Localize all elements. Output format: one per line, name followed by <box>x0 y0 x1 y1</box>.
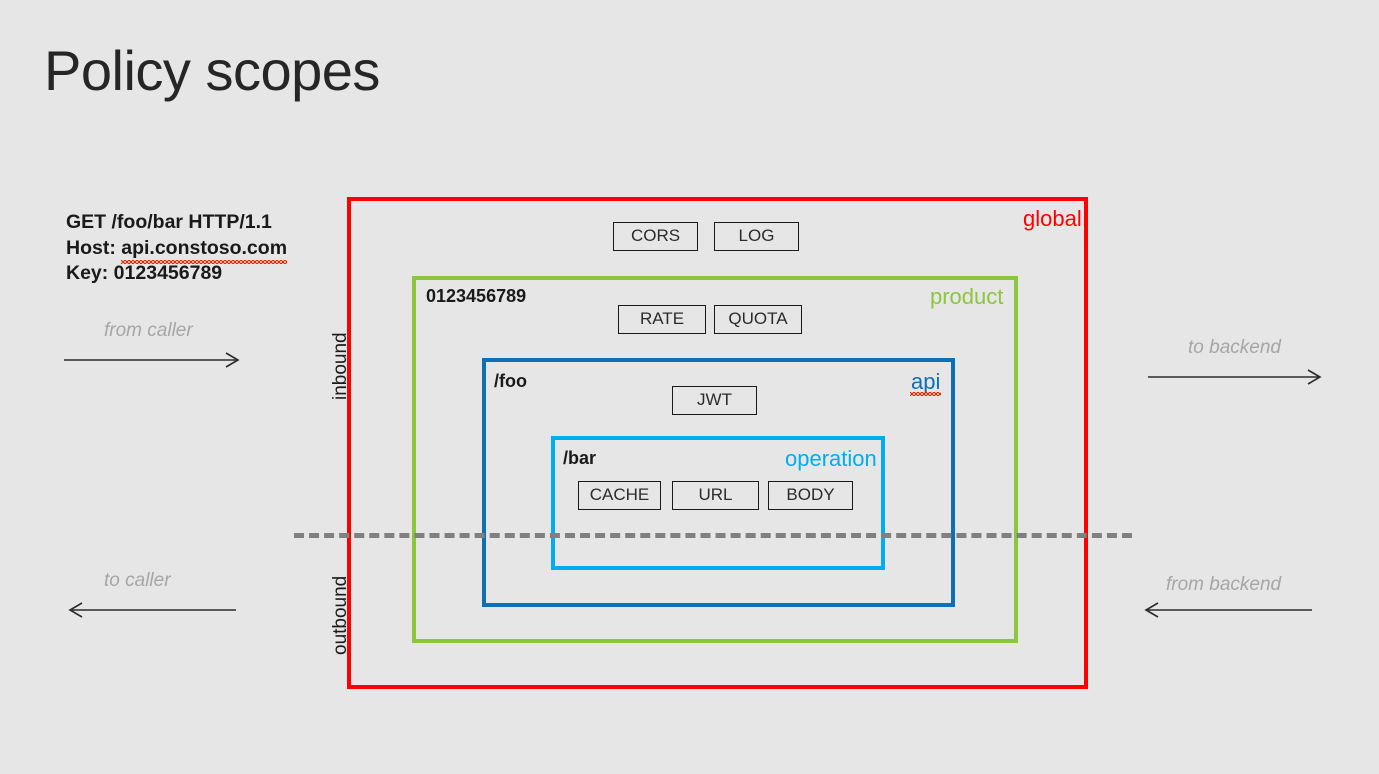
scope-name-operation: /bar <box>563 448 597 468</box>
policy-chip-rate[interactable]: RATE <box>618 305 706 334</box>
inbound-outbound-divider <box>294 533 1132 538</box>
request-line-host: Host: api.constoso.com <box>66 236 287 264</box>
flow-arrow-from-backend <box>1144 602 1312 618</box>
slide-canvas: Policy scopes GET /foo/bar HTTP/1.1 Host… <box>0 0 1379 774</box>
policy-chip-body[interactable]: BODY <box>768 481 853 510</box>
scope-label-api-text: api <box>909 369 942 396</box>
policy-chip-jwt[interactable]: JWT <box>672 386 757 415</box>
flow-arrow-to-caller <box>68 602 236 618</box>
http-request-block: GET /foo/bar HTTP/1.1 Host: api.constoso… <box>66 210 287 287</box>
page-title: Policy scopes <box>44 39 380 102</box>
policy-chip-quota[interactable]: QUOTA <box>714 305 802 334</box>
request-host-value: api.constoso.com <box>121 236 287 264</box>
request-host-prefix: Host: <box>66 236 122 259</box>
scope-name-api: /foo <box>494 371 527 391</box>
scope-name-product: 0123456789 <box>426 286 527 306</box>
request-line-key: Key: 0123456789 <box>66 262 223 284</box>
flow-label-from-backend: from backend <box>1166 574 1282 595</box>
request-line-method: GET /foo/bar HTTP/1.1 <box>66 211 272 233</box>
flow-label-from-caller: from caller <box>104 320 193 341</box>
scope-label-global: global <box>1023 206 1082 231</box>
flow-label-to-caller: to caller <box>104 570 171 591</box>
flow-label-to-backend: to backend <box>1188 337 1281 358</box>
scope-label-operation: operation <box>785 446 877 471</box>
flow-arrow-from-caller <box>64 352 240 368</box>
flow-arrow-to-backend <box>1148 369 1322 385</box>
scope-label-api: api <box>909 369 942 396</box>
policy-chip-url[interactable]: URL <box>672 481 759 510</box>
policy-chip-cache[interactable]: CACHE <box>578 481 661 510</box>
policy-chip-log[interactable]: LOG <box>714 222 799 251</box>
scope-label-product: product <box>930 284 1004 309</box>
policy-chip-cors[interactable]: CORS <box>613 222 698 251</box>
